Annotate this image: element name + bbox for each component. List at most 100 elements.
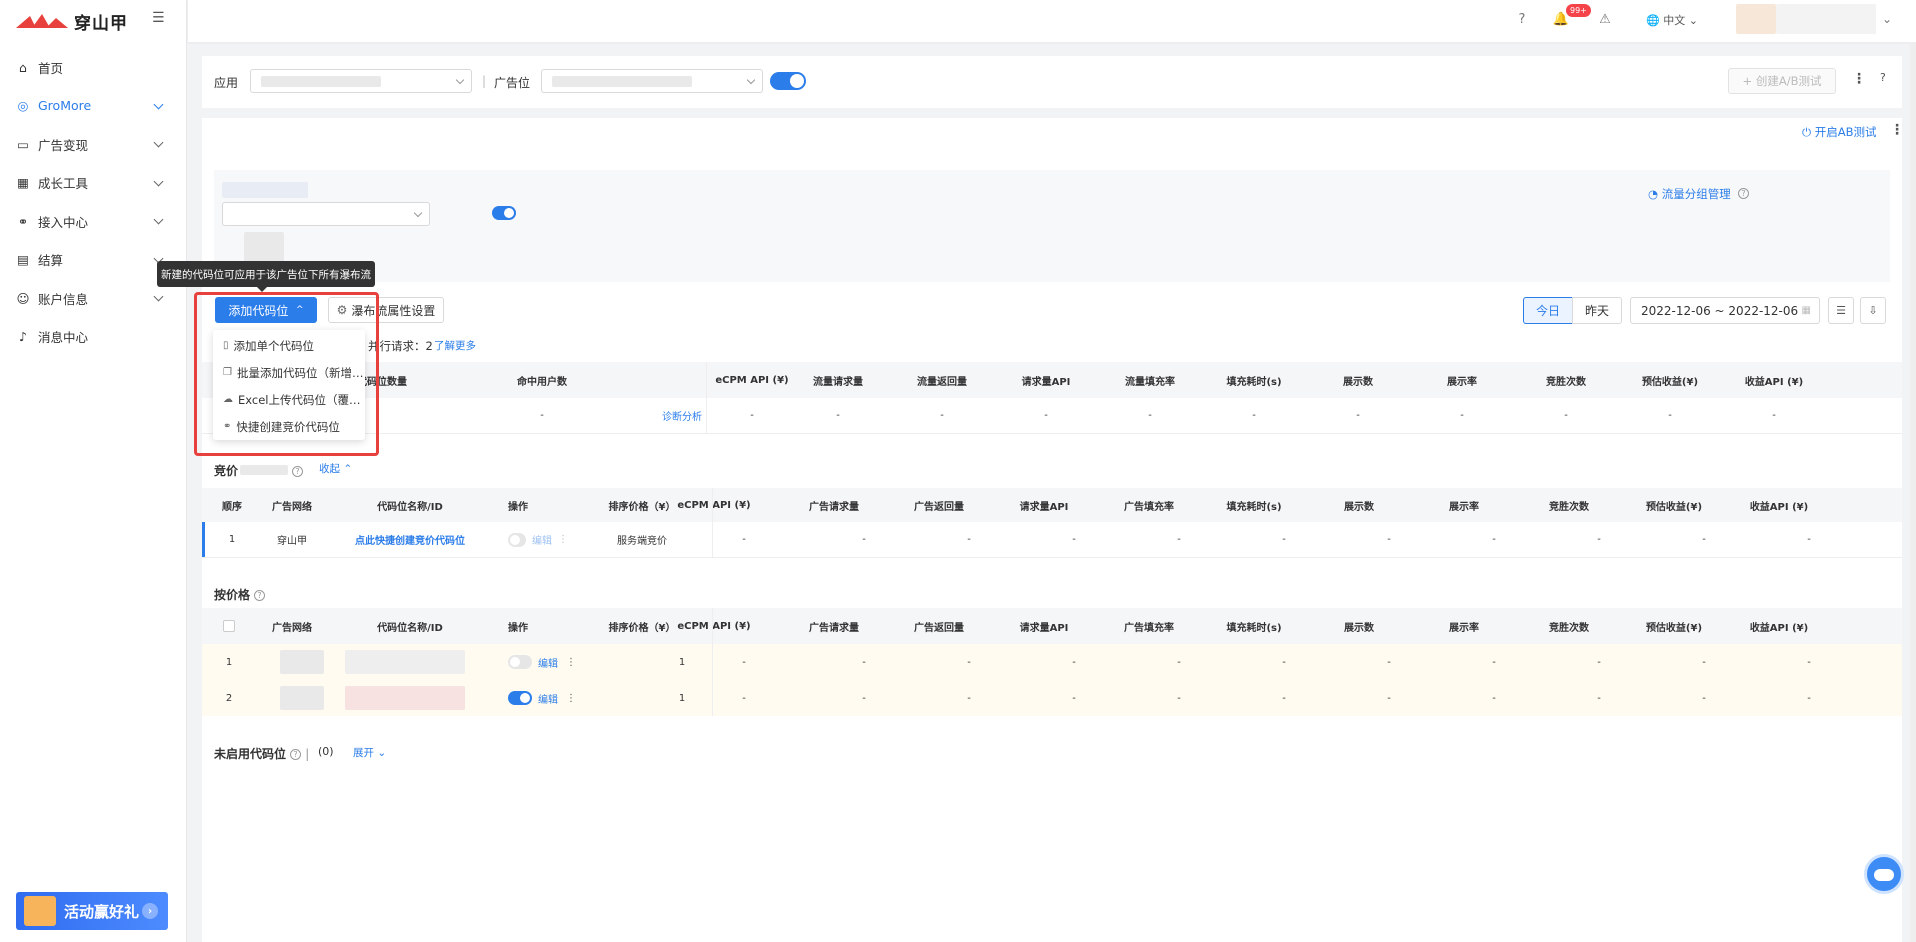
sidebar-menu: ⌂ 首页 ◎ GroMore ▭ 广告变现 ▦ 成长工具 ⚭ 接入中心 ▤ 结算 ☺ 账户信息 ♪ 消息中心 [0,48,187,356]
user-menu[interactable]: ⌄ [1736,4,1896,34]
column-header-label: 代码位名称/ID [377,622,443,634]
date-range-picker[interactable]: 2022-12-06 ~ 2022-12-06 ▦ [1630,297,1820,324]
sidebar-item-3[interactable]: ▦ 成长工具 [0,164,187,203]
cell-value: - [1177,656,1181,668]
column-header-label: 流量填充率 [1125,376,1175,388]
edit-link[interactable]: 编辑 [538,691,558,706]
fixed-price-table-header: 广告网络 代码位名称/ID 操作 排序价格（¥） eCPM API (¥) 广告请求量 广告… [202,608,1902,644]
dropdown-item-2[interactable]: ☁ Excel上传代码位（覆… [213,386,365,413]
globe-icon: 🌐 [1646,14,1660,27]
traffic-group-manage-link[interactable]: ◔ 流量分组管理 [1648,186,1731,202]
checkbox[interactable] [223,620,235,632]
traffic-group-toggle[interactable] [492,206,516,220]
cell-value: - [1597,656,1601,668]
warning-icon[interactable]: ⚠ [1596,10,1614,28]
metric-cell: - [1759,644,1859,680]
expand-link[interactable]: 展开 ⌄ [353,745,386,760]
learn-more-link[interactable]: 了解更多 [434,338,476,353]
metric-cell: - [1549,644,1649,680]
more-icon[interactable]: ⋮ [1890,122,1904,138]
column-header: 竞胜次数 [1519,608,1619,644]
open-ab-test-link[interactable]: ⏻ 开启AB测试 [1802,124,1877,140]
app-select[interactable] [250,69,472,93]
more-icon[interactable]: ⋮ [558,534,568,545]
column-header: 填充耗时(s) [1194,362,1314,398]
waterfall-settings-button[interactable]: ⚙ 瀑布流属性设置 [328,297,444,323]
home-icon: ⌂ [19,59,27,75]
row-toggle[interactable] [508,691,532,705]
logo[interactable]: 穿山甲 [16,8,128,34]
metric-cell: - [919,680,1019,716]
column-header-label: 流量请求量 [813,376,863,388]
edit-link[interactable]: 编辑 [532,532,552,547]
sidebar-item-0[interactable]: ⌂ 首页 [0,48,187,87]
date-today-button[interactable]: 今日 [1523,297,1573,324]
help-icon[interactable]: ? [1738,188,1749,199]
dropdown-item-1[interactable]: ❐ 批量添加代码位（新增… [213,359,365,386]
help-icon[interactable]: ? [292,466,304,477]
adslot-select[interactable] [541,69,763,93]
help-icon[interactable]: ? [254,590,266,601]
cell-value: 穿山甲 [277,536,307,547]
cell-value: - [1282,656,1286,668]
row-toggle[interactable] [508,655,532,669]
column-header: 操作 [488,608,548,644]
select-all-checkbox[interactable] [219,608,239,644]
sidebar-item-label: 账户信息 [38,291,89,307]
cell-value: - [1072,656,1076,668]
row-toggle[interactable] [508,532,526,547]
help-icon[interactable]: ? [1513,10,1531,28]
column-header: 代码位名称/ID [345,608,475,644]
menu-collapse-icon[interactable]: ☰ [152,10,170,26]
column-header: 流量请求量 [778,362,898,398]
traffic-group-select[interactable] [222,202,430,226]
sidebar-item-1[interactable]: ◎ GroMore [0,87,187,126]
edit-link[interactable]: 编辑 [538,655,558,670]
cell-value: - [1597,534,1601,545]
adslot-toggle[interactable] [770,72,806,90]
add-code-slot-button[interactable]: 添加代码位 ^ [215,297,317,323]
metric-cell: - [1129,644,1229,680]
cell-value: - [940,410,944,421]
language-label: 中文 [1663,14,1686,27]
column-header-label: 预估收益(¥) [1645,622,1703,634]
column-settings-icon[interactable]: ☰ [1828,297,1854,324]
more-icon[interactable]: ⋮ [1852,71,1866,87]
chat-assistant-icon[interactable] [1864,854,1904,894]
collapse-link[interactable]: 收起 ⌃ [319,461,352,476]
sidebar-item-2[interactable]: ▭ 广告变现 [0,125,187,164]
table-cell: - [1506,398,1626,433]
column-header-label: 广告填充率 [1124,622,1174,634]
gear-icon: ⚙ [336,303,348,317]
separator: | [305,747,310,761]
chevron-down-icon [455,75,465,85]
quick-create-link[interactable]: 点此快捷创建竞价代码位 [345,522,475,557]
help-icon[interactable]: ? [1880,71,1886,84]
download-icon[interactable]: ⇩ [1860,297,1886,324]
page-scrollbar[interactable] [1910,42,1916,942]
column-header-label: 收益API (¥) [1749,622,1809,634]
diagnose-link[interactable]: 诊断分析 [642,398,722,433]
dropdown-item-0[interactable]: ▯ 添加单个代码位 [213,332,365,359]
more-icon[interactable]: ⋮ [566,693,576,704]
help-icon[interactable]: ? [290,749,302,760]
cell-value: - [1702,534,1706,545]
table-cell: - [482,398,602,433]
network-redacted [280,650,324,674]
promo-banner[interactable]: 活动赢好礼 › [16,892,168,930]
sidebar-item-7[interactable]: ♪ 消息中心 [0,318,187,357]
dropdown-item-3[interactable]: ⚭ 快捷创建竞价代码位 [213,413,365,440]
cell-value: - [1177,534,1181,545]
date-yesterday-button[interactable]: 昨天 [1572,297,1622,324]
metric-cell: - [814,522,914,557]
cell-value: - [1807,534,1811,545]
column-header: 展示数 [1309,488,1409,522]
chevron-down-icon [153,176,164,186]
more-icon[interactable]: ⋮ [566,657,576,668]
language-switcher[interactable]: 🌐 中文 ⌄ [1646,12,1698,28]
order-cell: 2 [219,680,239,716]
create-ab-test-button[interactable]: + 创建A/B测试 [1728,68,1836,94]
cell-value: - [750,410,754,421]
unused-title-text: 未启用代码位 [214,747,287,761]
sidebar-item-4[interactable]: ⚭ 接入中心 [0,202,187,241]
